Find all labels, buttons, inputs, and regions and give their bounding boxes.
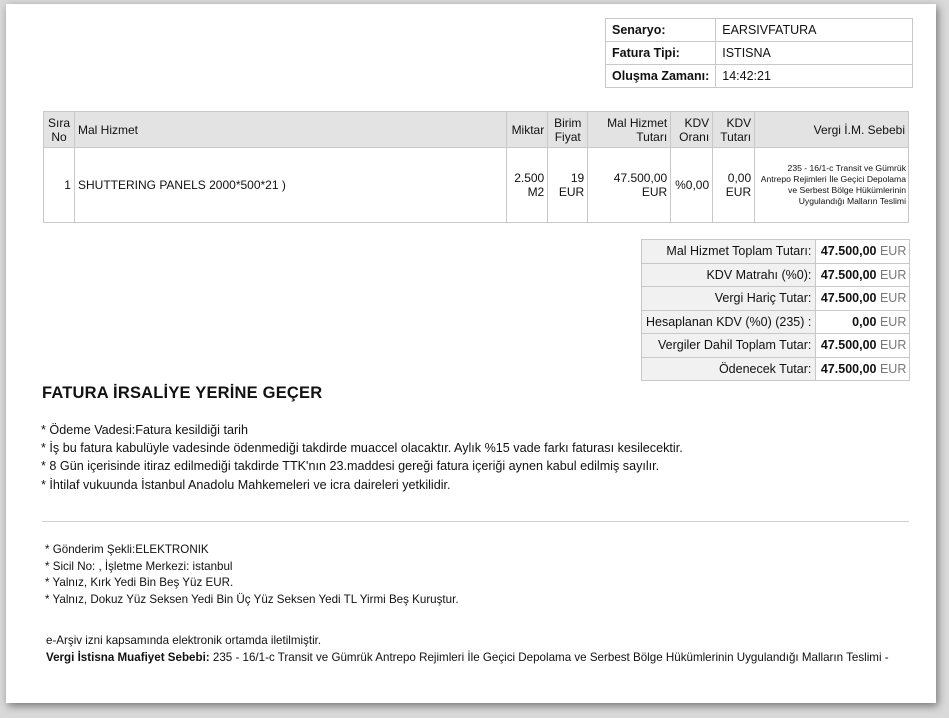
invoice-type-label: Fatura Tipi: xyxy=(604,41,717,65)
cell-mal-hizmet: SHUTTERING PANELS 2000*500*21 ) xyxy=(73,147,508,223)
cell-birim-fiyat: 19 EUR xyxy=(547,147,589,223)
col-header-kdv-tutari: KDV Tutarı xyxy=(712,111,756,148)
invoice-type-value: ISTISNA xyxy=(715,41,914,65)
note-line: * Sicil No: , İşletme Merkezi: istanbul xyxy=(45,559,233,573)
total-value: 47.500,00 xyxy=(820,338,877,353)
totals-row: Vergiler Dahil Toplam Tutar: 47.500,00 E… xyxy=(640,333,911,358)
total-value: 47.500,00 xyxy=(820,244,877,259)
total-label: Vergi Hariç Tutar: xyxy=(640,286,817,311)
col-header-miktar: Miktar xyxy=(506,111,549,148)
total-label: Hesaplanan KDV (%0) (235) : xyxy=(640,309,817,334)
note-line: * Yalnız, Kırk Yedi Bin Beş Yüz EUR. xyxy=(45,576,234,590)
cell-vergi-sebebi: 235 - 16/1-c Transit ve Gümrük Antrepo R… xyxy=(754,147,909,223)
total-value: 47.500,00 xyxy=(820,267,877,282)
document-title: FATURA İRSALİYE YERİNE GEÇER xyxy=(42,384,323,402)
cell-sira-no: 1 xyxy=(43,147,75,223)
exemption-label: Vergi İstisna Muafiyet Sebebi: xyxy=(46,650,210,664)
scenario-label: Senaryo: xyxy=(604,18,717,42)
total-value: 47.500,00 xyxy=(820,361,877,376)
col-header-sira-no: Sıra No xyxy=(43,111,75,148)
note-line: * 8 Gün içerisinde itiraz edilmediği tak… xyxy=(41,459,660,474)
cell-kdv-tutari: 0,00 EUR xyxy=(712,147,756,223)
col-header-birim-fiyat: Birim Fiyat xyxy=(547,111,589,148)
currency-label: EUR xyxy=(879,338,907,353)
totals-row: Vergi Hariç Tutar: 47.500,00 EUR xyxy=(640,286,911,311)
terms-notes: * Ödeme Vadesi:Fatura kesildiği tarih * … xyxy=(41,421,683,494)
total-label: Mal Hizmet Toplam Tutarı: xyxy=(640,239,817,264)
scenario-table: Senaryo: EARSIVFATURA Fatura Tipi: ISTIS… xyxy=(604,18,914,88)
note-line: * Yalnız, Dokuz Yüz Seksen Yedi Bin Üç Y… xyxy=(45,592,459,606)
totals-row: KDV Matrahı (%0): 47.500,00 EUR xyxy=(640,262,911,287)
col-header-tutar: Mal Hizmet Tutarı xyxy=(587,111,672,148)
totals-row: Mal Hizmet Toplam Tutarı: 47.500,00 EUR xyxy=(640,239,911,264)
note-line: * İhtilaf vukuunda İstanbul Anadolu Mahk… xyxy=(41,477,451,492)
scenario-value: EARSIVFATURA xyxy=(715,18,914,42)
total-value: 0,00 xyxy=(852,314,877,329)
note-line: * Gönderim Şekli:ELEKTRONIK xyxy=(45,543,209,556)
items-table: Sıra No Mal Hizmet Miktar Birim Fiyat Ma… xyxy=(43,111,909,223)
creation-time-value: 14:42:21 xyxy=(715,64,914,88)
creation-time-label: Oluşma Zamanı: xyxy=(604,64,717,88)
currency-label: EUR xyxy=(879,244,907,259)
total-value: 47.500,00 xyxy=(820,291,877,306)
totals-row: Hesaplanan KDV (%0) (235) : 0,00 EUR xyxy=(640,309,911,334)
invoice-page: Senaryo: EARSIVFATURA Fatura Tipi: ISTIS… xyxy=(6,4,936,703)
total-label: KDV Matrahı (%0): xyxy=(640,262,817,287)
invoice-type-row: Fatura Tipi: ISTISNA xyxy=(604,41,914,65)
scenario-row: Senaryo: EARSIVFATURA xyxy=(604,18,914,42)
col-header-vergi-sebebi: Vergi İ.M. Sebebi xyxy=(754,111,909,148)
col-header-mal-hizmet: Mal Hizmet xyxy=(73,111,508,148)
cell-tutar: 47.500,00 EUR xyxy=(587,147,672,223)
divider xyxy=(42,521,909,522)
note-line: * İş bu fatura kabulüyle vadesinde ödenm… xyxy=(41,441,683,456)
total-label: Vergiler Dahil Toplam Tutar: xyxy=(640,333,817,358)
cell-miktar: 2.500 M2 xyxy=(506,147,549,223)
col-header-kdv-orani: KDV Oranı xyxy=(670,111,714,148)
footer-notes: e-Arşiv izni kapsamında elektronik ortam… xyxy=(46,633,896,666)
delivery-notes: * Gönderim Şekli:ELEKTRONIK * Sicil No: … xyxy=(45,542,459,608)
earsiv-note: e-Arşiv izni kapsamında elektronik ortam… xyxy=(46,634,322,647)
currency-label: EUR xyxy=(879,361,907,376)
currency-label: EUR xyxy=(879,267,907,282)
totals-table: Mal Hizmet Toplam Tutarı: 47.500,00 EUR … xyxy=(640,239,911,381)
exemption-reason: Vergi İstisna Muafiyet Sebebi: 235 - 16/… xyxy=(46,650,896,667)
currency-label: EUR xyxy=(879,314,907,329)
total-label: Ödenecek Tutar: xyxy=(640,356,817,381)
cell-kdv-orani: %0,00 xyxy=(670,147,714,223)
creation-time-row: Oluşma Zamanı: 14:42:21 xyxy=(604,64,914,88)
note-line: * Ödeme Vadesi:Fatura kesildiği tarih xyxy=(41,423,248,437)
table-row: 1 SHUTTERING PANELS 2000*500*21 ) 2.500 … xyxy=(43,147,909,223)
currency-label: EUR xyxy=(879,291,907,306)
exemption-text: 235 - 16/1-c Transit ve Gümrük Antrepo R… xyxy=(209,650,889,664)
items-header-row: Sıra No Mal Hizmet Miktar Birim Fiyat Ma… xyxy=(43,111,909,148)
totals-row: Ödenecek Tutar: 47.500,00 EUR xyxy=(640,356,911,381)
